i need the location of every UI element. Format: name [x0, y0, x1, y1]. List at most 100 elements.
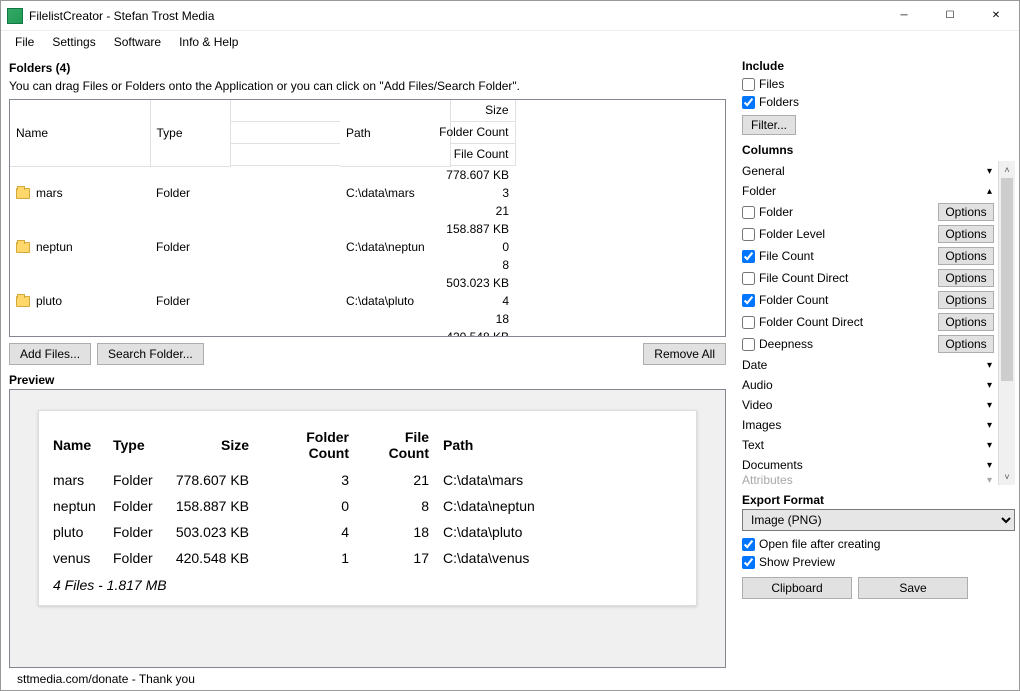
open-after-label: Open file after creating	[759, 537, 880, 551]
include-files-label: Files	[759, 77, 784, 91]
include-files-checkbox[interactable]	[742, 78, 755, 91]
category-label: Images	[742, 418, 980, 432]
category-label: Date	[742, 358, 980, 372]
column-option-label: Folder Level	[759, 227, 934, 241]
category-label: General	[742, 164, 980, 178]
scroll-up-icon[interactable]: ˄	[999, 161, 1015, 178]
column-checkbox[interactable]	[742, 316, 755, 329]
preview-col-type: Type	[113, 423, 173, 467]
column-option-label: Deepness	[759, 337, 934, 351]
show-preview-row[interactable]: Show Preview	[742, 553, 1015, 571]
column-option-row[interactable]: Deepness Options	[742, 333, 994, 355]
close-button[interactable]: ✕	[973, 1, 1019, 31]
minimize-button[interactable]: ─	[881, 1, 927, 31]
col-name[interactable]: Name	[10, 100, 150, 166]
preview-row: venusFolder420.548 KB117C:\data\venus	[53, 545, 549, 571]
caret-down-icon: ▾	[980, 166, 994, 177]
caret-down-icon: ▾	[980, 460, 994, 471]
column-category-audio[interactable]: Audio▾	[742, 375, 994, 395]
column-options-button[interactable]: Options	[938, 313, 994, 331]
column-category-documents[interactable]: Documents▾	[742, 455, 994, 475]
save-button[interactable]: Save	[858, 577, 968, 599]
column-option-label: Folder Count	[759, 293, 934, 307]
include-files-row[interactable]: Files	[742, 75, 1015, 93]
column-options-button[interactable]: Options	[938, 335, 994, 353]
column-category-text[interactable]: Text▾	[742, 435, 994, 455]
titlebar: FilelistCreator - Stefan Trost Media ─ ☐…	[1, 1, 1019, 31]
menubar: File Settings Software Info & Help	[1, 31, 1019, 53]
open-after-checkbox[interactable]	[742, 538, 755, 551]
table-row[interactable]: neptunFolder158.887 KB08C:\data\neptun	[10, 220, 725, 274]
column-option-row[interactable]: Folder Count Options	[742, 289, 994, 311]
scroll-thumb[interactable]	[1001, 178, 1013, 381]
column-options-button[interactable]: Options	[938, 225, 994, 243]
preview-row: marsFolder778.607 KB321C:\data\mars	[53, 467, 549, 493]
clipboard-button[interactable]: Clipboard	[742, 577, 852, 599]
preview-col-folder-count: Folder Count	[263, 423, 363, 467]
menu-file[interactable]: File	[7, 33, 42, 51]
column-category-date[interactable]: Date▾	[742, 355, 994, 375]
column-category-attributes[interactable]: Attributes▾	[742, 475, 994, 485]
column-options-button[interactable]: Options	[938, 203, 994, 221]
column-category-video[interactable]: Video▾	[742, 395, 994, 415]
column-options-button[interactable]: Options	[938, 247, 994, 265]
column-option-row[interactable]: Folder Count DirectOptions	[742, 311, 994, 333]
add-files-button[interactable]: Add Files...	[9, 343, 91, 365]
column-category-folder[interactable]: Folder▴	[742, 181, 994, 201]
columns-heading: Columns	[742, 143, 1015, 157]
category-label: Documents	[742, 458, 980, 472]
include-folders-label: Folders	[759, 95, 799, 109]
folder-icon	[16, 242, 30, 253]
columns-scrollbar[interactable]: ˄ ˅	[998, 161, 1015, 485]
table-row[interactable]: venusFolder420.548 KB117C:\data\venus	[10, 328, 725, 337]
column-checkbox[interactable]	[742, 228, 755, 241]
column-category-general[interactable]: General▾	[742, 161, 994, 181]
app-icon	[7, 8, 23, 24]
col-type[interactable]: Type	[150, 100, 230, 166]
column-option-row[interactable]: Folder Level Options	[742, 223, 994, 245]
include-folders-row[interactable]: Folders	[742, 93, 1015, 111]
open-after-row[interactable]: Open file after creating	[742, 535, 1015, 553]
category-label: Attributes	[742, 475, 980, 485]
preview-summary: 4 Files - 1.817 MB	[53, 571, 682, 593]
column-checkbox[interactable]	[742, 294, 755, 307]
column-checkbox[interactable]	[742, 206, 755, 219]
column-option-row[interactable]: File Count Options	[742, 245, 994, 267]
maximize-button[interactable]: ☐	[927, 1, 973, 31]
show-preview-checkbox[interactable]	[742, 556, 755, 569]
column-option-label: File Count	[759, 249, 934, 263]
folders-hint: You can drag Files or Folders onto the A…	[9, 79, 726, 93]
preview-heading: Preview	[9, 373, 726, 387]
folder-icon	[16, 296, 30, 307]
folder-icon	[16, 188, 30, 199]
filter-button[interactable]: Filter...	[742, 115, 796, 135]
menu-settings[interactable]: Settings	[44, 33, 103, 51]
include-folders-checkbox[interactable]	[742, 96, 755, 109]
table-row[interactable]: plutoFolder503.023 KB418C:\data\pluto	[10, 274, 725, 328]
scroll-down-icon[interactable]: ˅	[999, 468, 1015, 485]
column-checkbox[interactable]	[742, 338, 755, 351]
column-options-button[interactable]: Options	[938, 291, 994, 309]
category-label: Folder	[742, 184, 980, 198]
show-preview-label: Show Preview	[759, 555, 835, 569]
column-checkbox[interactable]	[742, 250, 755, 263]
column-category-images[interactable]: Images▾	[742, 415, 994, 435]
column-checkbox[interactable]	[742, 272, 755, 285]
export-heading: Export Format	[742, 493, 1015, 507]
remove-all-button[interactable]: Remove All	[643, 343, 726, 365]
category-label: Video	[742, 398, 980, 412]
caret-down-icon: ▾	[980, 380, 994, 391]
export-format-select[interactable]: Image (PNG)	[742, 509, 1015, 531]
preview-col-size: Size	[173, 423, 263, 467]
menu-info-help[interactable]: Info & Help	[171, 33, 246, 51]
column-option-row[interactable]: FolderOptions	[742, 201, 994, 223]
table-row[interactable]: marsFolder778.607 KB321C:\data\mars	[10, 166, 725, 220]
preview-area: Name Type Size Folder Count File Count P…	[9, 389, 726, 668]
menu-software[interactable]: Software	[106, 33, 169, 51]
search-folder-button[interactable]: Search Folder...	[97, 343, 204, 365]
column-options-button[interactable]: Options	[938, 269, 994, 287]
caret-down-icon: ▾	[980, 475, 994, 485]
caret-down-icon: ▾	[980, 440, 994, 451]
preview-sheet: Name Type Size Folder Count File Count P…	[38, 410, 697, 606]
column-option-row[interactable]: File Count DirectOptions	[742, 267, 994, 289]
